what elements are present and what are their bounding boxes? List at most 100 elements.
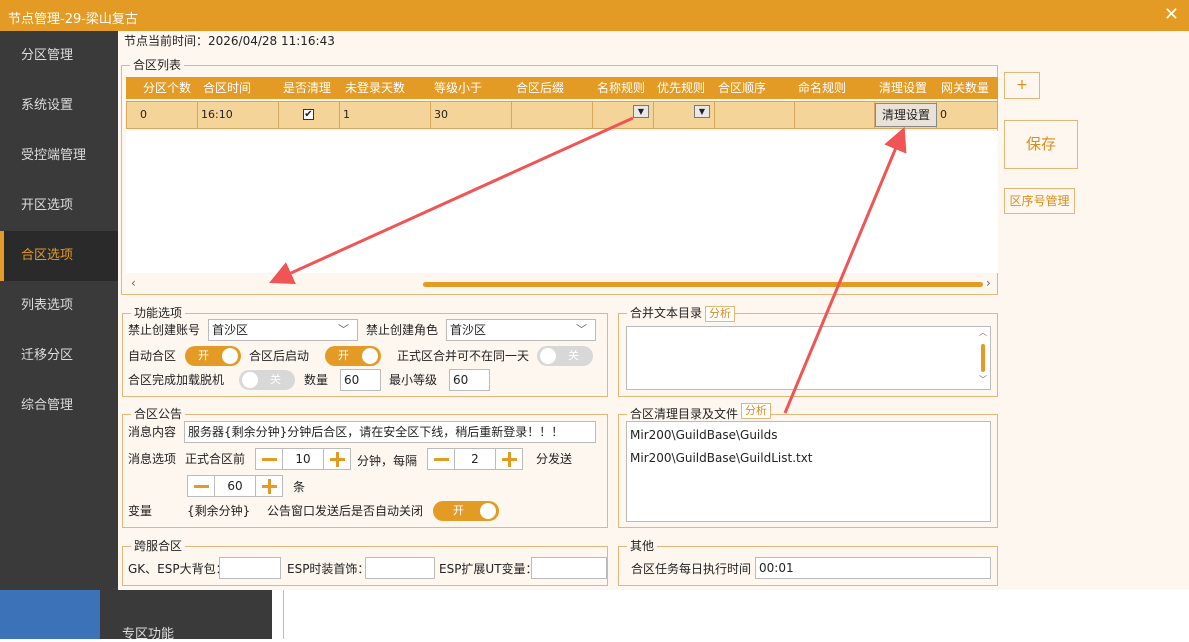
sidebar-item-controlled[interactable]: 受控端管理 [0,131,118,181]
qty-input[interactable]: 60 [340,369,381,391]
cell-days[interactable]: 1 [340,102,431,128]
cell-suffix[interactable] [512,102,593,128]
sidebar-item-label: 列表选项 [21,298,74,313]
cell-level[interactable]: 30 [431,102,512,128]
sidebar: 分区管理 系统设置 受控端管理 开区选项 合区选项 列表选项 迁移分区 综合管理 [0,31,118,590]
scrollbar-thumb[interactable] [423,282,983,287]
scroll-left-icon[interactable]: ‹ [131,276,136,290]
plus-icon[interactable] [255,475,283,497]
cell-count[interactable]: 0 [137,102,198,128]
auto-merge-label: 自动合区 [128,349,177,363]
ban-account-label: 禁止创建账号 [128,323,201,337]
col-header: 清理设置 [879,81,928,95]
after-start-label: 合区后启动 [249,349,310,363]
function-options-title: 功能选项 [131,306,186,320]
sidebar-item-general[interactable]: 综合管理 [0,381,118,431]
sidebar-item-label: 开区选项 [21,198,74,213]
chevron-down-icon: ﹀ [338,323,349,336]
col-header: 未登录天数 [345,81,406,95]
save-button[interactable]: 保存 [1004,120,1078,169]
var-value: {剩余分钟} [187,504,251,518]
after-start-toggle[interactable]: 开 [325,346,381,366]
minus-icon[interactable] [255,448,283,470]
cleanup-dir-analyze-button[interactable]: 分析 [741,403,771,419]
merge-text-area[interactable]: ︿ ﹀ [626,326,991,390]
plus-icon[interactable] [495,448,523,470]
cross-server-group: 跨服合区 GK、ESP大背包： ESP时装首饰： ESP扩展UT变量： [122,539,608,586]
dropdown-arrow-icon[interactable]: ▼ [694,105,710,118]
plus-icon[interactable] [323,448,351,470]
cell-merge-order[interactable] [715,102,795,128]
cell-naming-rule[interactable] [795,102,875,128]
plus-glyph [336,452,339,467]
count-value[interactable]: 60 [215,475,255,497]
sidebar-item-partition[interactable]: 分区管理 [0,31,118,81]
close-icon[interactable]: ✕ [1164,4,1179,25]
auto-merge-toggle[interactable]: 开 [185,346,241,366]
bottom-tab-special[interactable]: 专区功能 [100,590,272,642]
cell-time[interactable]: 16:10 [198,102,279,128]
minus-icon[interactable] [187,475,215,497]
qty-label: 数量 [304,373,329,387]
scroll-up-icon[interactable]: ︿ [979,327,987,338]
minus-glyph [194,485,209,488]
cleanup-dir-area[interactable]: Mir200\GuildBase\Guilds Mir200\GuildBase… [626,421,991,522]
sidebar-item-merge-options[interactable]: 合区选项 [0,231,118,281]
sidebar-item-open-options[interactable]: 开区选项 [0,181,118,231]
ut-input[interactable] [531,557,607,579]
cell-priority-rule[interactable]: ▼ [654,102,715,128]
count-stepper[interactable]: 60 [187,475,283,497]
cleanup-setting-button[interactable]: 清理设置 [875,103,937,127]
cross-server-title: 跨服合区 [131,539,186,553]
sidebar-item-system[interactable]: 系统设置 [0,81,118,131]
merge-list-title: 合区列表 [130,58,185,72]
sidebar-item-label: 综合管理 [21,398,74,413]
col-header: 网关数量 [941,81,990,95]
vertical-scrollbar[interactable]: ︿ ﹀ [979,327,987,386]
add-button[interactable]: + [1004,72,1040,99]
bottom-tab-blue[interactable] [0,590,100,639]
sidebar-item-migrate[interactable]: 迁移分区 [0,331,118,381]
count-unit: 条 [293,480,306,494]
ban-account-select[interactable]: 首沙区 ﹀ [208,319,358,341]
scroll-down-icon[interactable]: ﹀ [979,374,987,385]
cell-cleanup[interactable]: ✔ [279,102,340,128]
sequence-manage-button[interactable]: 区序号管理 [1004,188,1075,214]
minus-icon[interactable] [427,448,455,470]
scrollbar-thumb[interactable] [981,344,985,372]
not-same-day-toggle[interactable]: 关 [537,346,593,366]
toggle-label: 关 [568,349,579,362]
gk-input[interactable] [219,557,281,579]
cleanup-checkbox[interactable]: ✔ [303,109,314,120]
autoclose-label: 公告窗口发送后是否自动关闭 [267,504,424,518]
before-value[interactable]: 10 [283,448,323,470]
offline-toggle[interactable]: 关 [239,370,295,390]
msg-input[interactable]: 服务器{剩余分钟}分钟后合区，请在安全区下线，稍后重新登录！！！ [184,421,596,443]
autoclose-toggle[interactable]: 开 [433,501,499,521]
cell-name-rule[interactable]: ▼ [593,102,654,128]
sidebar-item-list-options[interactable]: 列表选项 [0,281,118,331]
table-row[interactable]: 0 16:10 ✔ 1 30 ▼ ▼ 清理设置 0 [126,101,998,129]
col-header: 优先规则 [657,81,706,95]
every-value[interactable]: 2 [455,448,495,470]
fashion-input[interactable] [365,557,435,579]
bottom-tab-label: 专区功能 [122,627,175,642]
merge-text-analyze-button[interactable]: 分析 [705,306,735,322]
scroll-right-icon[interactable]: › [986,276,991,290]
options-label: 消息选项 [128,452,177,466]
chevron-down-icon: ﹀ [576,323,587,336]
offline-label: 合区完成加载脱机 [128,373,225,387]
dropdown-arrow-icon[interactable]: ▼ [633,105,649,118]
cell-gateway[interactable]: 0 [937,102,998,128]
sidebar-item-label: 合区选项 [21,248,74,263]
every-stepper[interactable]: 2 [427,448,523,470]
exec-time-input[interactable]: 00:01 [755,557,991,579]
ban-account-value: 首沙区 [212,323,249,337]
before-stepper[interactable]: 10 [255,448,351,470]
other-group: 其他 合区任务每日执行时间 00:01 [618,539,998,586]
min-level-input[interactable]: 60 [449,369,490,391]
toggle-knob [242,372,258,388]
other-title: 其他 [627,539,658,553]
horizontal-scrollbar[interactable]: ‹ › [126,276,998,292]
ban-role-select[interactable]: 首沙区 ﹀ [446,319,596,341]
